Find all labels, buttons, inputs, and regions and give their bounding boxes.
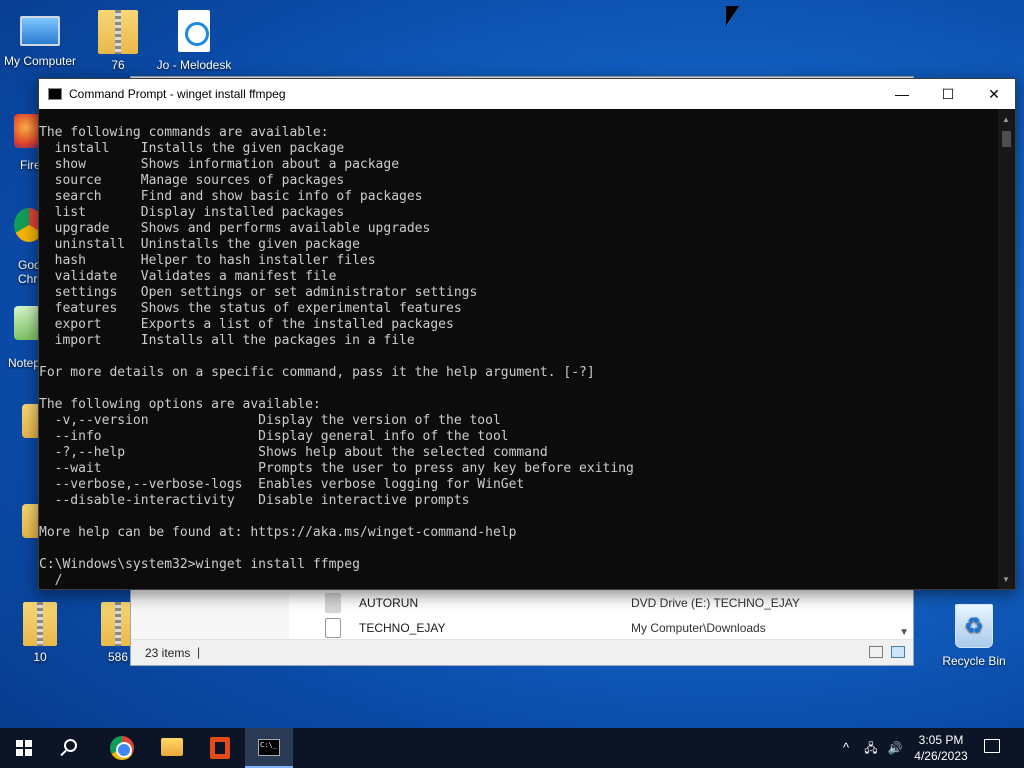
file-icon — [325, 618, 341, 638]
desktop-icon-label: 76 — [111, 58, 125, 72]
file-row[interactable]: TECHNO_EJAY My Computer\Downloads — [319, 616, 899, 640]
computer-icon — [20, 16, 60, 46]
office-icon — [210, 737, 230, 759]
file-location: DVD Drive (E:) TECHNO_EJAY — [631, 596, 800, 610]
taskbar-file-explorer[interactable] — [148, 728, 196, 768]
close-button[interactable]: ✕ — [971, 79, 1017, 109]
desktop-icon-melodesk[interactable]: Jo - Melodesk — [156, 10, 232, 72]
console-output[interactable]: The following commands are available: in… — [39, 125, 999, 587]
desktop-icon-10[interactable]: 10 — [2, 602, 78, 664]
details-view-button[interactable] — [869, 646, 883, 658]
taskbar-office[interactable] — [196, 728, 244, 768]
taskbar-chrome[interactable] — [98, 728, 146, 768]
desktop-icon-recycle-bin[interactable]: Recycle Bin — [936, 604, 1012, 668]
zip-folder-icon — [23, 602, 57, 646]
maximize-button[interactable]: ☐ — [925, 79, 971, 109]
file-icon — [325, 593, 341, 613]
windows-logo-icon — [16, 740, 32, 756]
mouse-cursor-icon — [726, 6, 739, 26]
search-icon — [64, 739, 77, 752]
desktop-icon-label: Recycle Bin — [942, 654, 1006, 668]
cmd-app-icon — [48, 88, 62, 100]
network-icon[interactable]: 🖧 — [858, 728, 884, 768]
item-count: 23 items — [145, 646, 191, 660]
start-button[interactable] — [0, 728, 48, 768]
file-name: TECHNO_EJAY — [359, 621, 446, 635]
large-icons-view-button[interactable] — [891, 646, 905, 658]
clock[interactable]: 3:05 PM 4/26/2023 — [908, 732, 974, 764]
melodesk-icon — [178, 10, 210, 52]
recycle-bin-icon — [955, 604, 993, 648]
explorer-navigation-pane[interactable] — [131, 592, 289, 642]
action-center-icon[interactable] — [984, 739, 1000, 753]
file-row[interactable]: AUTORUN DVD Drive (E:) TECHNO_EJAY — [319, 591, 899, 615]
search-button[interactable] — [48, 728, 96, 768]
desktop-icon-label: Notep — [8, 356, 41, 370]
folder-icon — [161, 738, 183, 756]
taskbar: ^ 🖧 🔊 3:05 PM 4/26/2023 — [0, 728, 1024, 768]
scroll-down-arrow[interactable]: ▼ — [899, 627, 909, 638]
scroll-up-arrow[interactable]: ▲ — [1002, 115, 1010, 124]
desktop-icon-label: Jo - Melodesk — [156, 58, 232, 72]
clock-date: 4/26/2023 — [914, 749, 968, 763]
chrome-icon — [110, 736, 134, 760]
console-scrollbar[interactable]: ▲ ▼ — [998, 109, 1015, 589]
desktop-icon-label: 10 — [33, 650, 47, 664]
desktop-icon-76[interactable]: 76 — [80, 10, 156, 72]
file-name: AUTORUN — [359, 596, 419, 610]
cmd-title-bar[interactable]: Command Prompt - winget install ffmpeg —… — [39, 79, 1015, 109]
desktop-icon-label: My Computer — [3, 54, 77, 68]
cmd-icon — [258, 739, 280, 756]
scroll-down-arrow[interactable]: ▼ — [1002, 575, 1010, 584]
show-hidden-icons-chevron-icon[interactable]: ^ — [836, 728, 856, 768]
file-location: My Computer\Downloads — [631, 621, 766, 635]
taskbar-command-prompt[interactable] — [245, 728, 293, 768]
scrollbar-thumb[interactable] — [1002, 131, 1011, 147]
volume-icon[interactable]: 🔊 — [884, 728, 906, 768]
window-title: Command Prompt - winget install ffmpeg — [69, 87, 286, 101]
minimize-button[interactable]: — — [879, 79, 925, 109]
clock-time: 3:05 PM — [918, 733, 964, 747]
zip-folder-icon — [98, 10, 138, 54]
command-prompt-window[interactable]: Command Prompt - winget install ffmpeg —… — [38, 78, 1016, 590]
desktop-icon-my-computer[interactable]: My Computer — [2, 10, 78, 68]
explorer-status-bar: 23 items | — [131, 639, 913, 665]
